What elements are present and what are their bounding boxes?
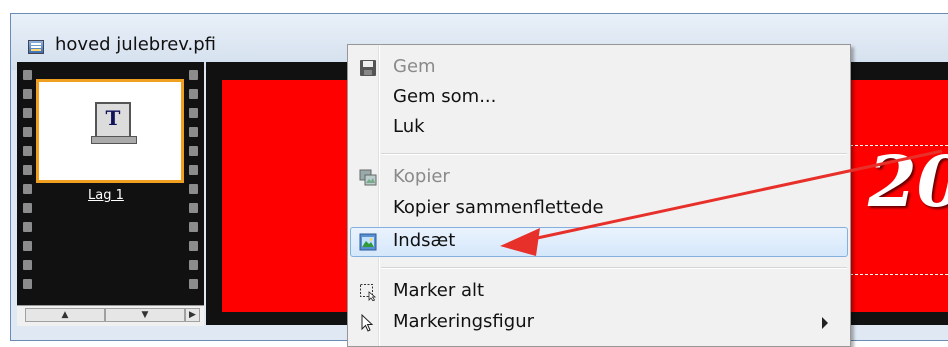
- film-perforation: [189, 89, 198, 99]
- window-title: hoved julebrev.pfi: [55, 34, 217, 55]
- layer-thumbnail[interactable]: T: [36, 79, 184, 183]
- menu-item-kopier[interactable]: Kopier: [348, 163, 850, 193]
- menu-item-label: Marker alt: [393, 280, 485, 301]
- canvas-text: 20: [868, 140, 948, 223]
- film-perforation: [189, 279, 198, 289]
- menu-item-gem-som[interactable]: Gem som...: [348, 83, 850, 113]
- film-perforation: [189, 108, 198, 118]
- select-all-icon: [359, 283, 377, 302]
- menu-item-luk[interactable]: Luk: [348, 113, 850, 143]
- film-perforation: [23, 70, 32, 80]
- film-perforation: [23, 146, 32, 156]
- film-perforation: [189, 241, 198, 251]
- film-perforation: [23, 279, 32, 289]
- menu-item-markeringsfigur[interactable]: Markeringsfigur: [348, 308, 850, 338]
- layer-scrollbar[interactable]: ▲ ▼ ▶: [17, 305, 204, 326]
- context-menu: Gem Gem som... Luk Kopier Kopier sammenf…: [347, 44, 851, 347]
- layer-label[interactable]: Lag 1: [88, 188, 124, 203]
- film-perforation: [23, 260, 32, 270]
- film-perforation: [23, 165, 32, 175]
- menu-item-indsaet[interactable]: Indsæt: [348, 227, 850, 257]
- menu-item-label: Kopier: [393, 166, 450, 187]
- film-perforation: [189, 260, 198, 270]
- paste-image-icon: [359, 233, 377, 251]
- menu-item-label: Kopier sammenflettede: [393, 197, 604, 218]
- scroll-up-button[interactable]: ▲: [25, 308, 105, 322]
- menu-item-marker-alt[interactable]: Marker alt: [348, 277, 850, 307]
- menu-item-label: Gem som...: [393, 86, 497, 107]
- film-perforation: [23, 241, 32, 251]
- scroll-down-button[interactable]: ▼: [105, 308, 185, 322]
- film-perforation: [189, 146, 198, 156]
- menu-separator: [381, 267, 847, 269]
- image-file-icon: [28, 40, 44, 54]
- menu-item-gem[interactable]: Gem: [348, 53, 850, 83]
- film-perforation: [23, 127, 32, 137]
- floppy-disk-icon: [359, 59, 377, 77]
- film-perforation: [189, 184, 198, 194]
- film-perforation: [189, 70, 198, 80]
- menu-item-label: Markeringsfigur: [393, 311, 535, 332]
- menu-item-label: Gem: [393, 56, 436, 77]
- film-perforation: [23, 89, 32, 99]
- film-perforation: [23, 108, 32, 118]
- film-perforation: [189, 203, 198, 213]
- menu-separator: [381, 153, 847, 155]
- scroll-right-button[interactable]: ▶: [185, 308, 200, 322]
- menu-item-label: Luk: [393, 116, 425, 137]
- film-perforation: [189, 222, 198, 232]
- film-perforation: [23, 184, 32, 194]
- film-perforation: [189, 127, 198, 137]
- text-layer-icon: T: [91, 102, 137, 144]
- film-perforation: [23, 203, 32, 213]
- film-perforation: [189, 165, 198, 175]
- submenu-arrow-icon: [822, 317, 828, 329]
- screenshot-frame: hoved julebrev.pfi T Lag 1 ▲ ▼ ▶ 20 Gem …: [0, 0, 948, 347]
- selection-shape-cursor-icon: [359, 313, 377, 332]
- copy-image-icon: [359, 169, 377, 187]
- menu-item-label: Indsæt: [393, 230, 456, 251]
- menu-item-kopier-sammenflettede[interactable]: Kopier sammenflettede: [348, 194, 850, 224]
- film-perforation: [23, 222, 32, 232]
